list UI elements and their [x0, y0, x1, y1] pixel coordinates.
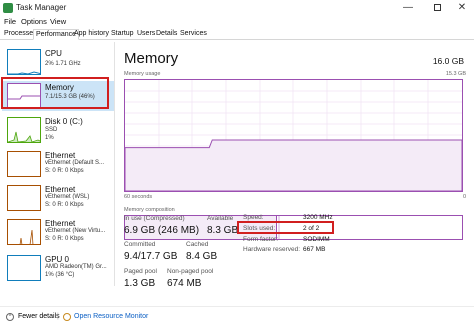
memory-usage-graph	[124, 80, 463, 192]
form-factor-value: SODIMM	[303, 236, 330, 243]
sidebar-item-disk[interactable]: Disk 0 (C:) SSD 1%	[2, 115, 114, 145]
maximize-icon	[433, 3, 441, 11]
menu-view[interactable]: View	[50, 17, 66, 26]
memory-usage-chart	[124, 79, 463, 192]
available-value: 8.3 GB	[207, 225, 239, 236]
page-title: Memory	[124, 50, 179, 67]
window-title: Task Manager	[16, 3, 67, 12]
tab-startup[interactable]: Startup	[109, 29, 136, 40]
composition-chart-label: Memory composition	[124, 207, 175, 213]
maximize-button[interactable]	[425, 0, 449, 17]
committed-value: 9.4/17.7 GB	[124, 251, 178, 262]
sidebar-item-sub: 1% (36 °C)	[45, 272, 75, 278]
sidebar-item-cpu[interactable]: CPU 2% 1.71 GHz	[2, 47, 114, 77]
cpu-thumbnail	[7, 49, 41, 75]
sidebar-item-ethernet-wsl[interactable]: Ethernet vEthernet (WSL) S: 0 R: 0 Kbps	[2, 183, 114, 213]
cached-label: Cached	[186, 241, 209, 248]
tab-bar: Processes Performance App history Startu…	[0, 28, 474, 40]
time-axis-right: 0	[462, 194, 466, 200]
sidebar-item-sub: 1%	[45, 135, 54, 141]
sidebar-item-sub: 2% 1.71 GHz	[45, 61, 81, 67]
footer-bar: ^ Fewer details | Open Resource Monitor	[0, 306, 474, 327]
sidebar-item-gpu[interactable]: GPU 0 AMD Radeon(TM) Gr... 1% (36 °C)	[2, 253, 114, 283]
menu-options[interactable]: Options	[21, 17, 47, 26]
minimize-button[interactable]: —	[396, 0, 420, 17]
non-paged-pool-value: 674 MB	[167, 278, 202, 289]
slots-highlight-box	[237, 221, 334, 234]
menu-file[interactable]: File	[4, 17, 16, 26]
usage-chart-label: Memory usage	[124, 71, 161, 77]
chevron-up-icon: ^	[6, 313, 14, 321]
sidebar-item-ethernet-default[interactable]: Ethernet vEthernet (Default S... S: 0 R:…	[2, 149, 114, 179]
sidebar-item-label: GPU 0	[45, 255, 70, 264]
title-bar: Task Manager — ✕	[0, 0, 474, 17]
resource-monitor-icon	[63, 313, 71, 321]
tab-services[interactable]: Services	[178, 29, 209, 40]
form-factor-label: Form factor:	[243, 236, 279, 243]
footer-separator: |	[57, 313, 59, 320]
close-button[interactable]: ✕	[450, 0, 474, 17]
sidebar-item-sub: vEthernet (WSL)	[45, 194, 90, 200]
ethernet-mini-graph	[19, 229, 34, 244]
memory-total: 16.0 GB	[432, 56, 464, 66]
cached-value: 8.4 GB	[186, 251, 218, 262]
sidebar-item-sub: SSD	[45, 127, 58, 133]
sidebar-item-label: Ethernet	[45, 185, 76, 194]
committed-label: Committed	[124, 241, 156, 248]
sidebar-item-sub: S: 0 R: 0 Kbps	[45, 168, 84, 174]
sidebar-item-sub: S: 0 R: 0 Kbps	[45, 202, 84, 208]
gpu-thumbnail	[7, 255, 41, 281]
sidebar-item-label: Ethernet	[45, 151, 76, 160]
paged-pool-value: 1.3 GB	[124, 278, 156, 289]
usage-chart-max: 15.3 GB	[445, 71, 466, 77]
sidebar-item-label: Disk 0 (C:)	[45, 117, 83, 126]
sidebar-item-sub: S: 0 R: 0 Kbps	[45, 236, 84, 242]
memory-usage-area	[124, 139, 463, 192]
disk-mini-graph	[8, 131, 40, 142]
sidebar-item-sub: AMD Radeon(TM) Gr...	[45, 264, 107, 270]
sidebar-item-label: Ethernet	[45, 219, 76, 228]
time-axis-left: 60 seconds	[124, 194, 153, 200]
open-resource-monitor-link[interactable]: Open Resource Monitor	[74, 313, 148, 320]
ethernet-thumbnail	[7, 219, 41, 245]
available-label: Available	[207, 215, 234, 222]
non-paged-pool-label: Non-paged pool	[167, 268, 214, 275]
sidebar-item-sub: vEthernet (New Virtu...	[45, 228, 106, 234]
fewer-details-link[interactable]: Fewer details	[18, 313, 60, 320]
speed-label: Speed:	[243, 214, 264, 221]
in-use-label: In use (Compressed)	[124, 215, 185, 222]
sidebar-item-label: CPU	[45, 49, 62, 58]
disk-thumbnail	[7, 117, 41, 143]
ethernet-thumbnail	[7, 151, 41, 177]
tab-app-history[interactable]: App history	[72, 29, 111, 40]
cpu-mini-graph	[8, 71, 40, 74]
task-manager-icon	[3, 3, 13, 13]
paged-pool-label: Paged pool	[124, 268, 157, 275]
sidebar-item-sub: vEthernet (Default S...	[45, 160, 105, 166]
hardware-reserved-label: Hardware reserved:	[243, 246, 301, 253]
memory-highlight-box	[1, 77, 109, 109]
hardware-reserved-value: 667 MB	[303, 246, 326, 253]
in-use-value: 6.9 GB (246 MB)	[124, 225, 200, 236]
tab-details[interactable]: Details	[154, 29, 179, 40]
sidebar-item-ethernet-virtual[interactable]: Ethernet vEthernet (New Virtu... S: 0 R:…	[2, 217, 114, 247]
ethernet-thumbnail	[7, 185, 41, 211]
speed-value: 3200 MHz	[303, 214, 333, 221]
